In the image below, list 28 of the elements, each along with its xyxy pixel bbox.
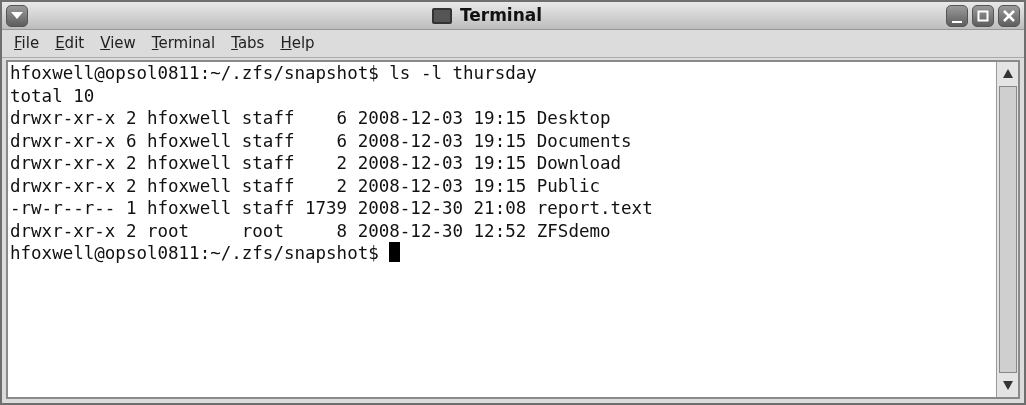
terminal-line: drwxr-xr-x 2 hfoxwell staff 2 2008-12-03 19:15 Download — [10, 153, 622, 173]
terminal-line: drwxr-xr-x 2 hfoxwell staff 6 2008-12-03 19:15 Desktop — [10, 108, 611, 128]
scrollbar-thumb[interactable] — [998, 86, 1017, 373]
minimize-icon — [952, 20, 962, 23]
minimize-button[interactable] — [946, 4, 968, 27]
caret-icon — [11, 11, 23, 20]
terminal-line: hfoxwell@opsol0811:~/.zfs/snapshot$ ls -l thursday — [10, 63, 537, 83]
window-title: Terminal — [459, 3, 543, 27]
menu-item[interactable]: View — [92, 32, 144, 55]
menu-item[interactable]: Help — [272, 32, 323, 55]
terminal-line: drwxr-xr-x 2 root root 8 2008-12-30 12:52 ZFSdemo — [10, 220, 611, 241]
terminal-line: -rw-r--r-- 1 hfoxwell staff 1739 2008-12-30 21:08 report.text — [10, 198, 653, 218]
menu-item[interactable]: Terminal — [143, 32, 224, 55]
maximize-icon — [977, 9, 989, 22]
terminal-icon — [431, 7, 452, 24]
scrollbar[interactable] — [996, 62, 1018, 397]
close-icon — [1003, 9, 1015, 22]
terminal-line: drwxr-xr-x 2 hfoxwell staff 2 2008-12-03 19:15 Public — [10, 175, 600, 196]
menu-item[interactable]: Tabs — [223, 32, 273, 55]
maximize-button[interactable] — [972, 4, 994, 27]
close-button[interactable] — [998, 4, 1020, 27]
terminal-line: drwxr-xr-x 6 hfoxwell staff 6 2008-12-03 19:15 Documents — [10, 130, 632, 151]
menu-item[interactable]: File — [6, 32, 48, 55]
terminal-line: hfoxwell@opsol0811:~/.zfs/snapshot$ — [10, 243, 380, 263]
cursor-icon — [389, 242, 401, 262]
terminal-line: total 10 — [10, 85, 95, 106]
menu-item[interactable]: Edit — [47, 32, 93, 55]
window-menu-button[interactable] — [6, 4, 28, 27]
